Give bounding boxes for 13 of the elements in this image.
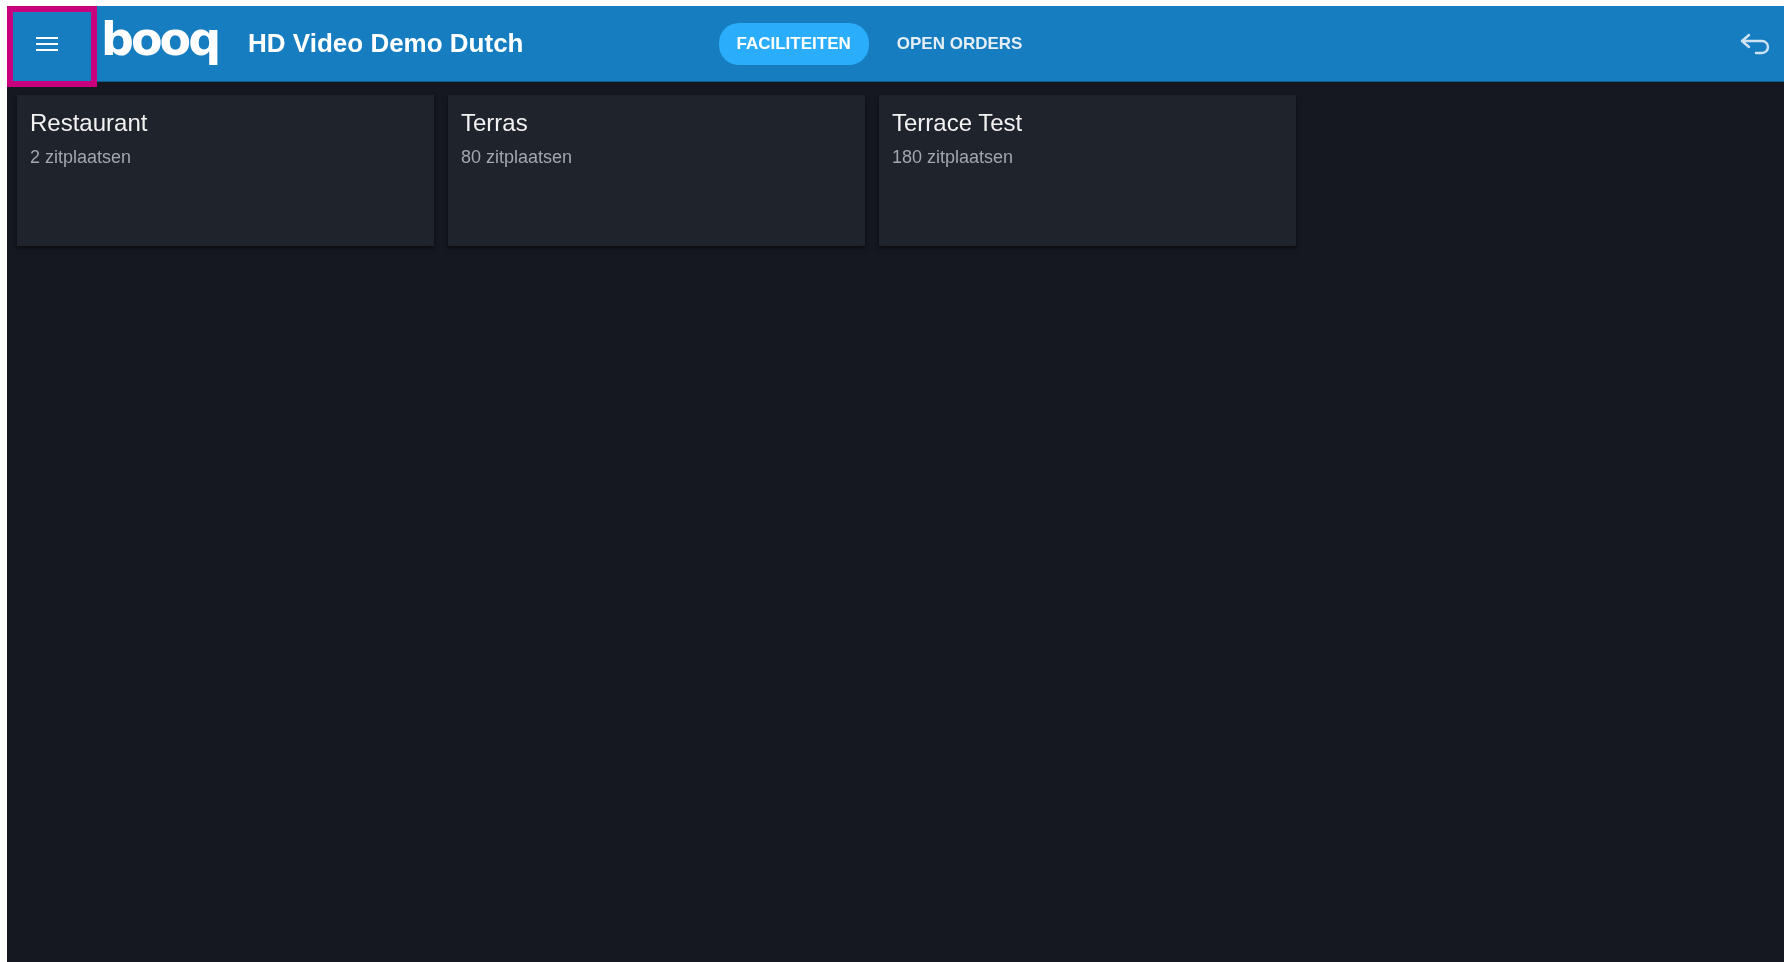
facility-card[interactable]: Terrace Test 180 zitplaatsen bbox=[879, 95, 1296, 246]
seat-count: 180 zitplaatsen bbox=[892, 147, 1015, 168]
venue-title: HD Video Demo Dutch bbox=[248, 28, 524, 59]
facility-card[interactable]: Restaurant 2 zitplaatsen bbox=[17, 95, 434, 246]
seat-count: 80 zitplaatsen bbox=[461, 147, 574, 168]
menu-icon bbox=[35, 35, 59, 52]
facility-name: Terrace Test bbox=[892, 109, 1024, 137]
nav-tab[interactable]: OPEN ORDERS bbox=[878, 22, 1041, 65]
seat-count: 2 zitplaatsen bbox=[30, 147, 133, 168]
facility-name: Terras bbox=[461, 109, 529, 137]
facility-card[interactable]: Terras 80 zitplaatsen bbox=[448, 95, 865, 246]
facility-name: Restaurant bbox=[30, 109, 149, 137]
undo-arrow-icon bbox=[1740, 32, 1770, 55]
